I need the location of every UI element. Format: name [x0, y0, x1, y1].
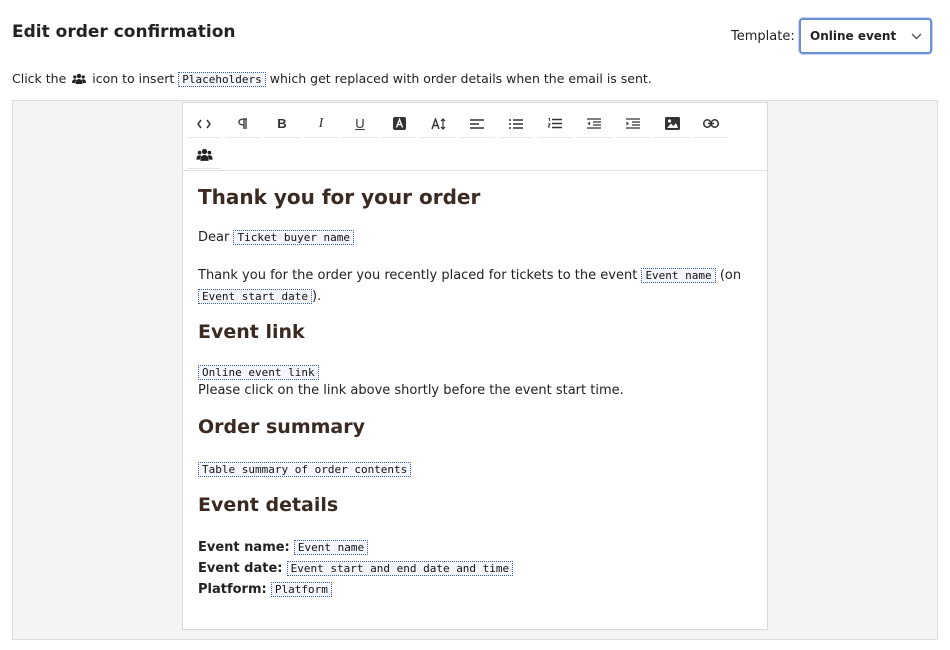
bullet-list-button[interactable] [499, 110, 533, 138]
font-size-icon [430, 117, 446, 130]
heading-event-link: Event link [198, 321, 305, 343]
indent-button[interactable] [616, 110, 650, 138]
placeholder-event-name[interactable]: Event name [641, 268, 716, 283]
italic-icon: I [318, 115, 324, 131]
placeholders-button[interactable] [187, 141, 221, 169]
text-color-button[interactable] [382, 110, 416, 138]
people-icon [195, 148, 213, 162]
align-button[interactable] [460, 110, 494, 138]
link-icon [703, 119, 719, 128]
code-icon [197, 119, 211, 129]
font-size-button[interactable] [421, 110, 455, 138]
placeholder-event-dates[interactable]: Event start and end date and time [286, 561, 514, 576]
detail-event-date: Event date: Event start and end date and… [198, 558, 514, 579]
numbered-list-button[interactable] [538, 110, 572, 138]
image-icon [664, 117, 680, 130]
placeholder-event-name-2[interactable]: Event name [293, 540, 369, 555]
label-platform: Platform: [198, 582, 267, 597]
italic-button[interactable]: I [304, 110, 338, 138]
template-label: Template: [731, 29, 795, 44]
numbered-list-icon [548, 118, 562, 129]
indent-icon [626, 118, 640, 129]
placeholders-tag: Placeholders [178, 72, 266, 87]
rich-text-editor[interactable]: B I U Thank you for your order Dear Tick… [182, 102, 768, 630]
underline-button[interactable]: U [343, 110, 377, 138]
label-event-date: Event date: [198, 561, 283, 576]
placeholder-table-summary[interactable]: Table summary of order contents [198, 462, 412, 477]
placeholder-event-start-date[interactable]: Event start date [198, 289, 312, 304]
thanks-line-2: Event start date). [198, 286, 321, 307]
chevron-down-icon [902, 30, 930, 43]
helper-prefix: Click the [12, 71, 67, 86]
placeholder-buyer-name[interactable]: Ticket buyer name [233, 230, 355, 245]
align-left-icon [470, 118, 484, 129]
page-title: Edit order confirmation [12, 22, 236, 42]
heading-thank-you: Thank you for your order [198, 185, 481, 209]
label-event-name: Event name: [198, 540, 290, 555]
thanks-line: Thank you for the order you recently pla… [198, 265, 741, 286]
summary-line: Table summary of order contents [198, 459, 412, 480]
template-select-value: Online event [810, 29, 897, 43]
heading-event-details: Event details [198, 494, 339, 516]
pilcrow-icon [238, 117, 248, 130]
detail-event-name: Event name: Event name [198, 537, 369, 558]
close-paren-text: ). [311, 289, 322, 304]
dear-line: Dear Ticket buyer name [198, 227, 355, 248]
bullet-list-icon [509, 118, 523, 129]
people-icon [72, 73, 87, 88]
outdent-button[interactable] [577, 110, 611, 138]
bold-icon: B [277, 116, 287, 131]
bold-button[interactable]: B [265, 110, 299, 138]
thanks-text: Thank you for the order you recently pla… [198, 268, 638, 283]
text-color-icon [392, 117, 406, 130]
detail-platform: Platform: Platform [198, 579, 332, 600]
placeholder-online-event-link[interactable]: Online event link [198, 365, 319, 380]
click-instruction: Please click on the link above shortly b… [198, 383, 624, 398]
outdent-icon [587, 118, 601, 129]
image-button[interactable] [655, 110, 689, 138]
heading-order-summary: Order summary [198, 416, 366, 438]
on-text: (on [719, 268, 742, 283]
underline-icon: U [355, 116, 365, 131]
link-button[interactable] [694, 110, 728, 138]
source-code-button[interactable] [187, 110, 221, 138]
paragraph-button[interactable] [226, 110, 260, 138]
template-select[interactable]: Online event [799, 18, 932, 54]
editor-toolbar: B I U [183, 103, 767, 171]
helper-suffix: which get replaced with order details wh… [269, 71, 652, 86]
helper-middle: icon to insert [92, 71, 175, 86]
dear-text: Dear [198, 230, 230, 245]
helper-text: Click the icon to insert Placeholders wh… [12, 71, 652, 88]
placeholder-platform[interactable]: Platform [270, 582, 332, 597]
